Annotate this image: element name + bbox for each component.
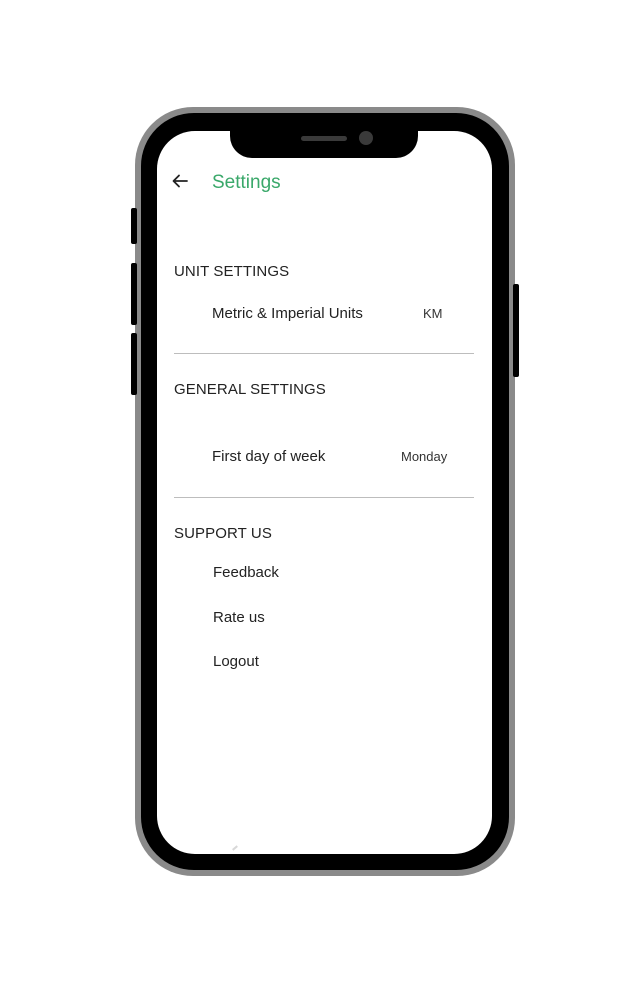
divider: [174, 353, 474, 354]
setting-label: First day of week: [212, 448, 326, 465]
setting-label: Metric & Imperial Units: [212, 305, 363, 322]
rate-us-link[interactable]: Rate us: [213, 609, 265, 627]
section-header-unit-settings: UNIT SETTINGS: [174, 263, 290, 280]
home-indicator: [232, 845, 238, 851]
volume-up-button: [131, 263, 137, 325]
back-button[interactable]: [168, 171, 192, 195]
logout-link[interactable]: Logout: [213, 653, 259, 671]
app-screen: Settings UNIT SETTINGS Metric & Imperial…: [157, 131, 492, 854]
setting-value: KM: [423, 306, 443, 321]
section-header-general-settings: GENERAL SETTINGS: [174, 381, 326, 398]
volume-down-button: [131, 333, 137, 395]
front-camera: [359, 131, 373, 145]
mute-switch: [131, 208, 137, 244]
page-title: Settings: [212, 172, 281, 193]
arrow-left-icon: [171, 172, 189, 195]
setting-row-units[interactable]: Metric & Imperial Units KM: [157, 299, 492, 329]
section-header-support-us: SUPPORT US: [174, 525, 272, 542]
feedback-link[interactable]: Feedback: [213, 564, 279, 582]
divider: [174, 497, 474, 498]
setting-row-first-day-of-week[interactable]: First day of week Monday: [157, 442, 492, 472]
speaker-grille: [301, 136, 347, 141]
power-button: [513, 284, 519, 377]
setting-value: Monday: [401, 449, 448, 464]
